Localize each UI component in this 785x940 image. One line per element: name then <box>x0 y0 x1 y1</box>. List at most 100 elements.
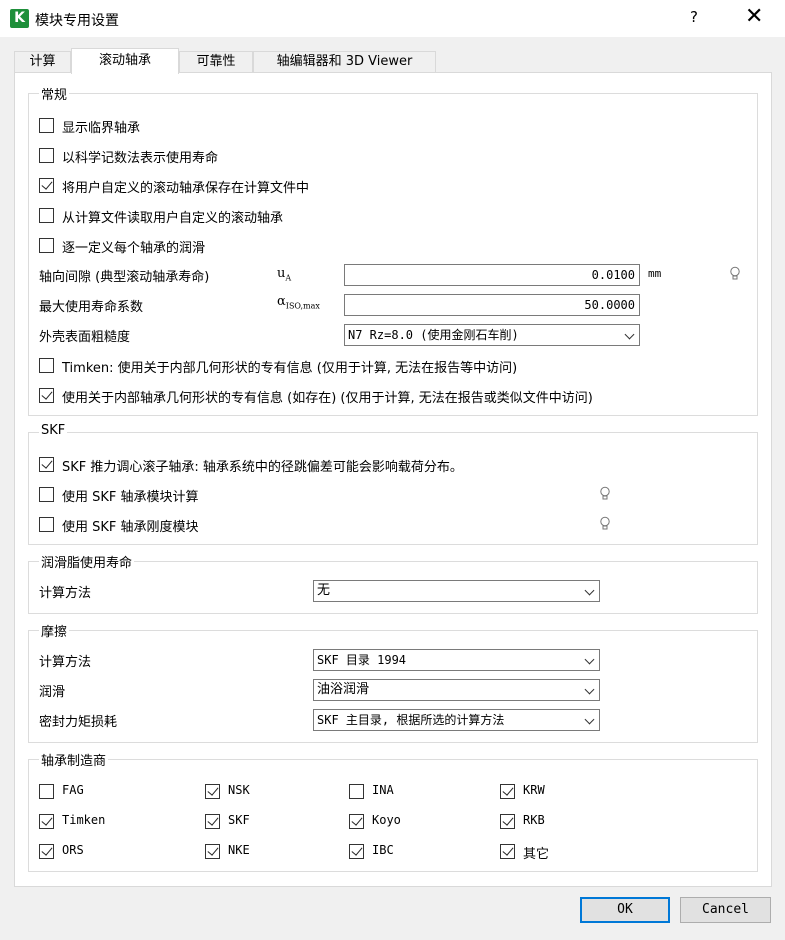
checkbox[interactable] <box>349 844 364 859</box>
select-value: 油浴润滑 <box>317 682 370 697</box>
symbol-text: α <box>277 294 286 309</box>
axial-clearance-symbol: uA <box>277 266 291 283</box>
tab-reliability[interactable]: 可靠性 <box>179 51 253 73</box>
checkbox-label: 其它 <box>523 847 550 862</box>
checkbox-label: Koyo <box>372 813 401 827</box>
lightbulb-icon[interactable] <box>729 266 741 282</box>
max-life-factor-input[interactable]: 50.0000 <box>344 294 640 316</box>
lubrication-label: 润滑 <box>39 685 66 700</box>
manufacturers-group: 轴承制造商 FAG NSK INA KRW Timken SKF Koyo RK… <box>28 750 758 872</box>
manufacturers-group-title: 轴承制造商 <box>39 750 109 769</box>
select-value: SKF 目录 1994 <box>317 653 407 667</box>
checkbox[interactable] <box>39 784 54 799</box>
checkbox[interactable] <box>205 784 220 799</box>
ok-button[interactable]: OK <box>580 897 670 923</box>
app-logo-icon: K <box>10 9 29 28</box>
checkbox[interactable] <box>39 517 54 532</box>
general-group: 常规 显示临界轴承 以科学记数法表示使用寿命 将用户自定义的滚动轴承保存在计算文… <box>28 84 758 416</box>
skf-group-title: SKF <box>39 423 68 438</box>
select-value: 无 <box>317 583 331 598</box>
select-value: N7 Rz=8.0 (使用金刚石车削) <box>348 328 519 342</box>
tab-panel: 常规 显示临界轴承 以科学记数法表示使用寿命 将用户自定义的滚动轴承保存在计算文… <box>14 72 772 887</box>
checkbox[interactable] <box>349 814 364 829</box>
skf-group: SKF SKF 推力调心滚子轴承: 轴承系统中的径跳偏差可能会影响载荷分布。 使… <box>28 423 758 545</box>
checkbox-label: IBC <box>372 843 394 857</box>
checkbox[interactable] <box>39 148 54 163</box>
max-life-factor-label: 最大使用寿命系数 <box>39 300 144 315</box>
axial-clearance-input[interactable]: 0.0100 <box>344 264 640 286</box>
tab-rolling-bearings[interactable]: 滚动轴承 <box>71 48 179 74</box>
checkbox-label: SKF 推力调心滚子轴承: 轴承系统中的径跳偏差可能会影响载荷分布。 <box>62 460 463 475</box>
chevron-down-icon <box>584 714 595 725</box>
checkbox[interactable] <box>349 784 364 799</box>
checkbox[interactable] <box>39 844 54 859</box>
checkbox-label: 使用关于内部轴承几何形状的专有信息 (如存在) (仅用于计算, 无法在报告或类似… <box>62 391 593 406</box>
chevron-down-icon <box>584 684 595 695</box>
checkbox[interactable] <box>500 814 515 829</box>
chevron-down-icon <box>624 329 635 340</box>
friction-method-label: 计算方法 <box>39 655 92 670</box>
lightbulb-icon[interactable] <box>599 486 611 502</box>
checkbox-label: INA <box>372 783 394 797</box>
friction-method-select[interactable]: SKF 目录 1994 <box>313 649 600 671</box>
checkbox-label: ORS <box>62 843 84 857</box>
max-life-factor-symbol: αISO,max <box>277 294 320 311</box>
housing-roughness-select[interactable]: N7 Rz=8.0 (使用金刚石车削) <box>344 324 640 346</box>
axial-clearance-unit: mm <box>648 267 662 280</box>
housing-roughness-label: 外壳表面粗糙度 <box>39 330 131 345</box>
checkbox-label: Timken <box>62 813 106 827</box>
checkbox[interactable] <box>39 457 54 472</box>
checkbox-label: KRW <box>523 783 545 797</box>
lubrication-select[interactable]: 油浴润滑 <box>313 679 600 701</box>
checkbox-label: 从计算文件读取用户自定义的滚动轴承 <box>62 211 284 226</box>
checkbox[interactable] <box>205 844 220 859</box>
checkbox-label: 显示临界轴承 <box>62 121 141 136</box>
checkbox[interactable] <box>500 784 515 799</box>
checkbox-label: 逐一定义每个轴承的润滑 <box>62 241 206 256</box>
checkbox-label: NSK <box>228 783 250 797</box>
chevron-down-icon <box>584 654 595 665</box>
checkbox[interactable] <box>39 178 54 193</box>
title-bar: K 模块专用设置 ? ✕ <box>0 0 785 37</box>
close-button[interactable]: ✕ <box>745 4 763 29</box>
grease-method-select[interactable]: 无 <box>313 580 600 602</box>
checkbox-label: SKF <box>228 813 250 827</box>
checkbox[interactable] <box>39 358 54 373</box>
friction-group: 摩擦 计算方法 SKF 目录 1994 润滑 油浴润滑 密封力矩损耗 SKF 主… <box>28 621 758 743</box>
checkbox[interactable] <box>39 814 54 829</box>
checkbox[interactable] <box>39 208 54 223</box>
checkbox-label: FAG <box>62 783 84 797</box>
checkbox-label: Timken: 使用关于内部几何形状的专有信息 (仅用于计算, 无法在报告等中访… <box>62 361 518 376</box>
select-value: SKF 主目录, 根据所选的计算方法 <box>317 713 505 727</box>
symbol-subscript: A <box>285 273 292 283</box>
lightbulb-icon[interactable] <box>599 516 611 532</box>
checkbox-label: 将用户自定义的滚动轴承保存在计算文件中 <box>62 181 310 196</box>
checkbox[interactable] <box>500 844 515 859</box>
checkbox-label: 使用 SKF 轴承刚度模块 <box>62 520 199 535</box>
cancel-button[interactable]: Cancel <box>680 897 771 923</box>
checkbox-label: RKB <box>523 813 545 827</box>
seal-torque-label: 密封力矩损耗 <box>39 715 118 730</box>
checkbox[interactable] <box>39 118 54 133</box>
axial-clearance-label: 轴向间隙 (典型滚动轴承寿命) <box>39 270 210 285</box>
checkbox[interactable] <box>39 487 54 502</box>
checkbox-label: 以科学记数法表示使用寿命 <box>62 151 219 166</box>
grease-life-group-title: 润滑脂使用寿命 <box>39 552 135 571</box>
tab-calculation[interactable]: 计算 <box>14 51 71 73</box>
checkbox[interactable] <box>39 238 54 253</box>
tab-shaft-editor-label: 轴编辑器和 3D Viewer <box>276 54 413 69</box>
checkbox-label: 使用 SKF 轴承模块计算 <box>62 490 199 505</box>
symbol-subscript: ISO,max <box>285 301 320 311</box>
tab-shaft-editor[interactable]: 轴编辑器和 3D Viewer <box>253 51 436 73</box>
checkbox[interactable] <box>205 814 220 829</box>
help-button[interactable]: ? <box>690 8 698 26</box>
checkbox-label: NKE <box>228 843 250 857</box>
grease-life-group: 润滑脂使用寿命 计算方法 无 <box>28 552 758 614</box>
checkbox[interactable] <box>39 388 54 403</box>
window-title: 模块专用设置 <box>35 13 119 29</box>
seal-torque-select[interactable]: SKF 主目录, 根据所选的计算方法 <box>313 709 600 731</box>
grease-method-label: 计算方法 <box>39 586 92 601</box>
general-group-title: 常规 <box>39 84 70 103</box>
friction-group-title: 摩擦 <box>39 621 70 640</box>
chevron-down-icon <box>584 585 595 596</box>
